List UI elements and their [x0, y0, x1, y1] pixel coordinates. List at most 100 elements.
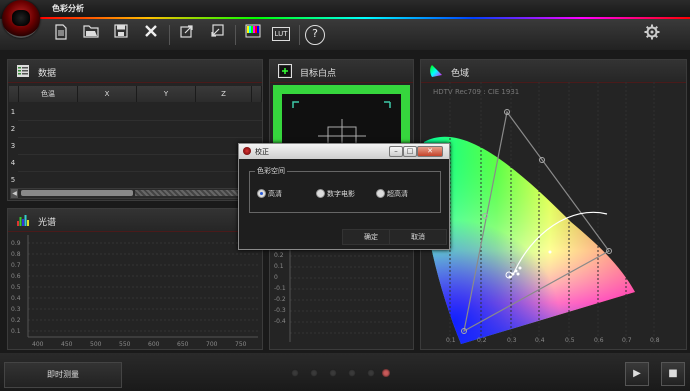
y-tick: 0.5 [11, 284, 21, 291]
cie-chart [422, 82, 655, 344]
help-icon[interactable]: ? [305, 25, 325, 45]
x-tick: 0.5 [565, 337, 575, 344]
table-row[interactable] [18, 171, 262, 172]
table-icon [16, 64, 30, 78]
instant-measure-button[interactable]: 即时测量 [4, 362, 122, 388]
settings-icon[interactable] [642, 24, 662, 44]
page-dot[interactable] [291, 369, 299, 377]
scroll-left-icon[interactable]: ◀ [11, 189, 18, 198]
toolbar-separator [235, 25, 236, 45]
data-panel-header: 数据 [8, 60, 262, 83]
x-tick: 400 [32, 341, 44, 348]
radio-hd-label: 高清 [268, 190, 282, 198]
y-tick: 0.2 [11, 317, 21, 324]
y-tick: 0.2 [274, 252, 284, 259]
column-header-y[interactable]: Y [137, 86, 196, 102]
play-button[interactable]: ▶ [625, 362, 649, 386]
spectrum-panel-header: 光谱 [8, 209, 262, 232]
x-tick: 650 [177, 341, 189, 348]
row-number: 2 [10, 125, 16, 133]
column-header-z[interactable]: Z [196, 86, 252, 102]
lut-icon[interactable]: LUT [271, 24, 291, 44]
radio-uhd[interactable] [376, 189, 385, 198]
dialog-title: 校正 [255, 148, 269, 156]
row-number-header [9, 86, 19, 102]
y-tick: -0.1 [274, 285, 286, 292]
page-dot[interactable] [329, 369, 337, 377]
app-title: 色彩分析 [52, 4, 84, 13]
delete-icon[interactable] [141, 24, 161, 44]
x-tick: 0.2 [477, 337, 487, 344]
dialog-app-icon [243, 147, 251, 155]
y-tick: -0.4 [274, 318, 286, 325]
import-icon[interactable] [207, 24, 227, 44]
radio-digital-cinema-label: 数字电影 [327, 190, 355, 198]
stop-icon: ■ [668, 368, 678, 379]
calibration-dialog: 校正 – □ ✕ 色彩空间 高清 数字电影 超高清 确定 取消 [238, 143, 450, 250]
stop-button[interactable]: ■ [661, 362, 685, 386]
crosshair-icon [278, 64, 292, 78]
toolbar-separator [299, 25, 300, 45]
radio-digital-cinema[interactable] [316, 189, 325, 198]
close-button[interactable]: ✕ [417, 146, 443, 157]
spectrum-chart [27, 235, 258, 338]
y-tick: 0.1 [274, 263, 284, 270]
help-label: ? [312, 27, 318, 40]
whitepoint-chart [289, 248, 410, 342]
whitepoint-panel-header: 目标白点 [270, 60, 413, 83]
y-tick: 0.7 [11, 262, 21, 269]
x-tick: 0.4 [535, 337, 545, 344]
new-document-icon[interactable] [51, 24, 71, 44]
column-header-extra [252, 86, 262, 102]
page-dot[interactable] [348, 369, 356, 377]
horizontal-scrollbar[interactable]: ◀ [10, 188, 262, 199]
x-tick: 0.3 [507, 337, 517, 344]
title-bar: 色彩分析 [0, 0, 690, 18]
cancel-button[interactable]: 取消 [389, 229, 447, 245]
y-tick: 0 [274, 274, 278, 281]
y-tick: 0.4 [11, 295, 21, 302]
x-tick: 450 [61, 341, 73, 348]
table-row[interactable] [18, 120, 262, 121]
y-tick: 0.1 [11, 328, 21, 335]
open-folder-icon[interactable] [81, 24, 101, 44]
column-header-color-temp[interactable]: 色温 [19, 86, 78, 102]
spectrum-icon [16, 213, 30, 227]
y-tick: -0.2 [274, 296, 286, 303]
y-tick: 0.6 [11, 273, 21, 280]
column-header-x[interactable]: X [78, 86, 137, 102]
data-panel: 数据 色温 X Y Z 1 2 3 4 5 ◀ [7, 59, 263, 201]
x-tick: 0.1 [446, 337, 456, 344]
page-dot[interactable] [310, 369, 318, 377]
minimize-button[interactable]: – [389, 146, 403, 157]
x-tick: 0.6 [594, 337, 604, 344]
color-bars-icon[interactable] [243, 24, 263, 44]
color-space-label: 色彩空间 [255, 166, 287, 176]
scrollbar-thumb[interactable] [21, 190, 133, 196]
table-row[interactable] [18, 154, 262, 155]
toolbar: LUT ? [0, 19, 690, 50]
export-icon[interactable] [177, 24, 197, 44]
gamut-panel: 色域 HDTV Rec709 : CIE 1931 0.1 0.2 0.3 0.… [420, 59, 687, 350]
row-number: 3 [10, 142, 16, 150]
spectral-locus [422, 136, 635, 344]
x-tick: 600 [148, 341, 160, 348]
whitepoint-panel-title: 目标白点 [300, 69, 337, 79]
table-row[interactable] [18, 137, 262, 138]
spectrum-panel: 光谱 0.9 0.8 0.7 0.6 0.5 0.4 0.3 0.2 0.1 4… [7, 208, 263, 350]
play-icon: ▶ [633, 368, 641, 379]
dialog-title-bar[interactable]: 校正 – □ ✕ [239, 144, 449, 159]
page-dot[interactable] [367, 369, 375, 377]
y-tick: -0.3 [274, 307, 286, 314]
y-tick: 0.3 [11, 306, 21, 313]
y-tick: 0.8 [11, 251, 21, 258]
x-tick: 700 [206, 341, 218, 348]
x-tick: 750 [235, 341, 247, 348]
radio-hd[interactable] [257, 189, 266, 198]
save-icon[interactable] [111, 24, 131, 44]
data-panel-title: 数据 [38, 69, 57, 79]
radio-uhd-label: 超高清 [387, 190, 408, 198]
page-dot-active[interactable] [382, 369, 390, 377]
maximize-button[interactable]: □ [403, 146, 417, 157]
data-table-header: 色温 X Y Z [9, 86, 262, 102]
